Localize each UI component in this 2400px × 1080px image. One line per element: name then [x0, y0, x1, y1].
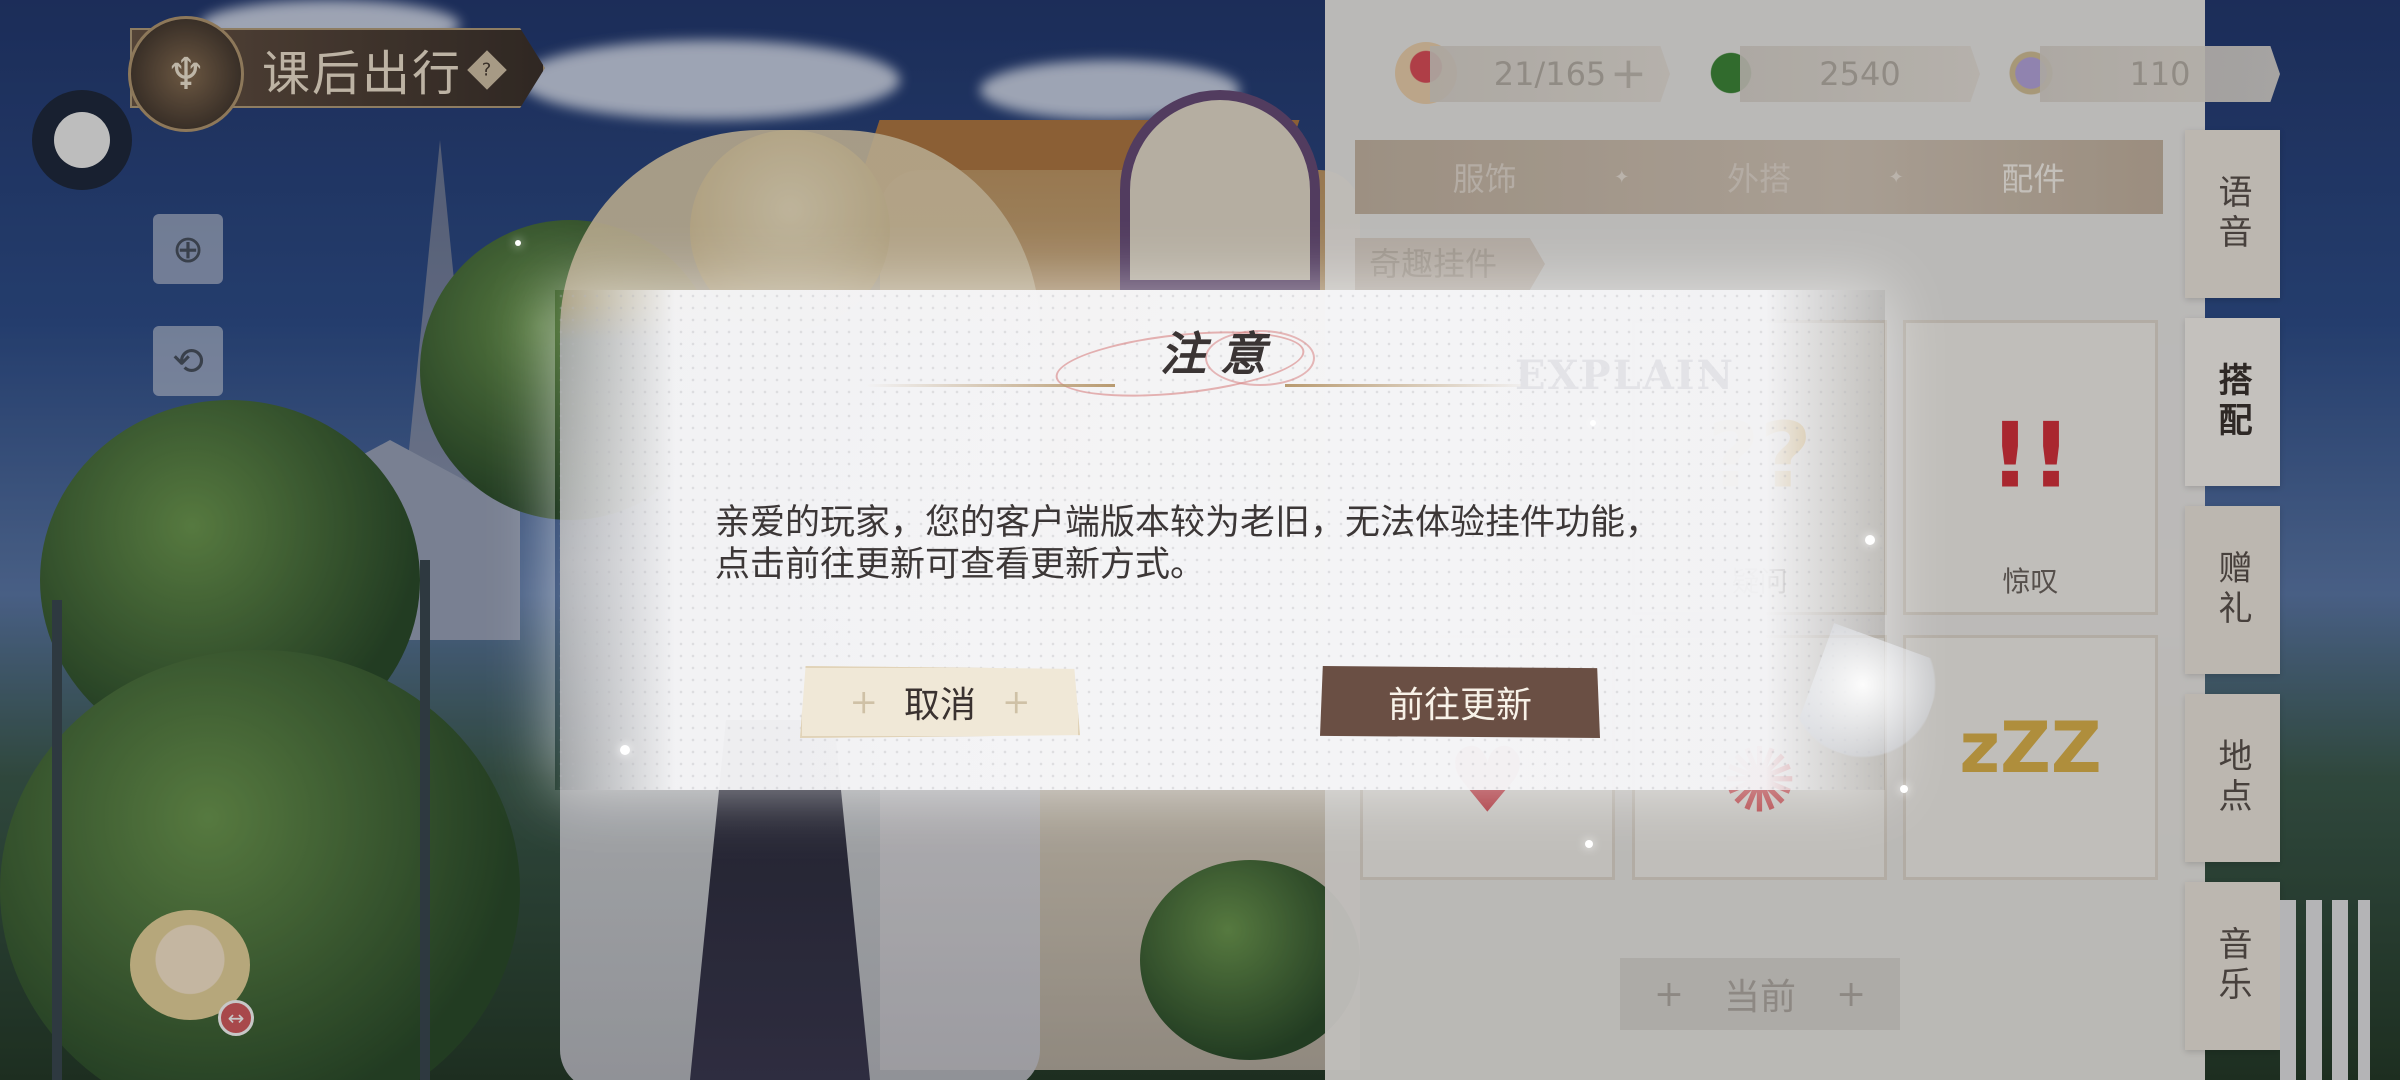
cancel-button[interactable]: + 取消 +: [800, 666, 1080, 738]
go-update-button-label: 前往更新: [1387, 685, 1532, 726]
sparkle: [1865, 535, 1875, 545]
go-update-button[interactable]: 前往更新: [1320, 666, 1600, 738]
sparkle: [1590, 420, 1596, 426]
notice-dialog: 注意 EXPLAIN 亲爱的玩家，您的客户端版本较为老旧，无法体验挂件功能，点击…: [555, 290, 1885, 790]
sparkle: [620, 745, 630, 755]
sparkle: [1585, 840, 1593, 848]
explain-watermark: EXPLAIN: [1515, 352, 1736, 399]
sparkle: [1900, 785, 1908, 793]
sparkle: [515, 240, 521, 246]
plus-icon: +: [1002, 682, 1031, 722]
cancel-button-label: 取消: [903, 685, 976, 726]
dialog-message: 亲爱的玩家，您的客户端版本较为老旧，无法体验挂件功能，点击前往更新可查看更新方式…: [715, 503, 1661, 585]
title-divider-left: [865, 384, 1115, 387]
plus-icon: +: [849, 682, 878, 722]
title-divider-right: [1285, 384, 1535, 387]
